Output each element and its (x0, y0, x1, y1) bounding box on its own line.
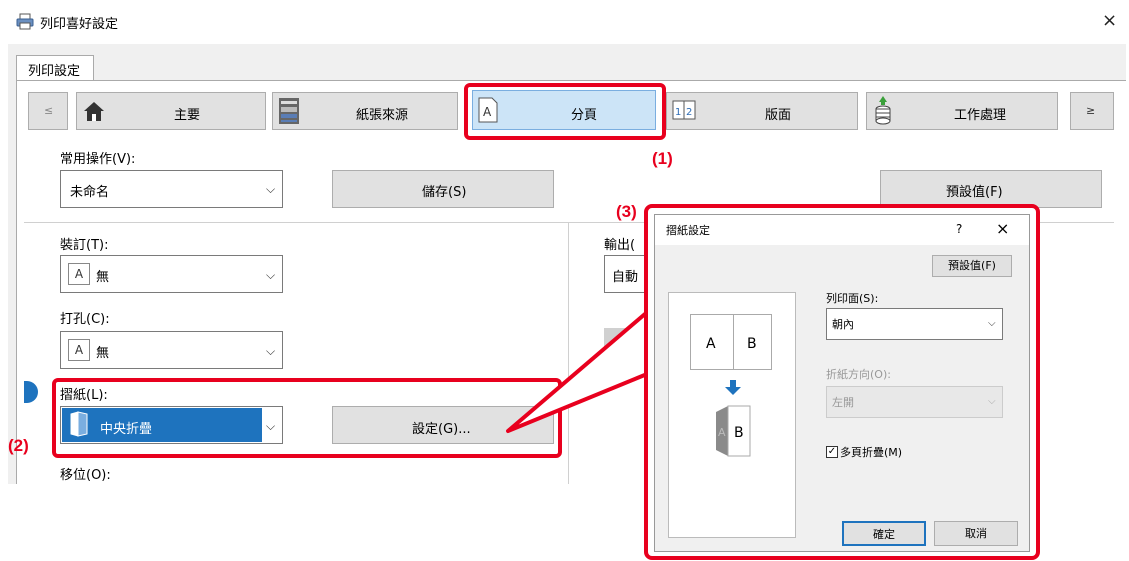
save-button-label: 儲存(S) (422, 185, 467, 200)
svg-text:A: A (718, 426, 726, 439)
dialog-cancel-button[interactable]: 取消 (934, 521, 1018, 546)
multi-page-checkbox[interactable]: ✓ (826, 446, 838, 458)
preview-letter-a: A (706, 336, 716, 352)
home-icon (84, 102, 104, 121)
dialog-help-button[interactable]: ? (956, 222, 962, 236)
binding-value: 無 (96, 270, 110, 285)
chevron-down-icon: ⌵ (988, 318, 996, 329)
dialog-title: 摺紙設定 (666, 224, 710, 237)
nav-job-handling-label: 工作處理 (954, 108, 1007, 123)
chevron-down-icon: ⌵ (266, 182, 276, 196)
svg-text:1: 1 (675, 107, 681, 118)
fold-direction-value: 左開 (832, 396, 854, 409)
chevron-down-icon: ⌵ (266, 268, 276, 282)
dialog-title-bar (655, 215, 1029, 245)
fold-direction-label: 折紙方向(O): (826, 368, 891, 381)
punch-page-icon: A (68, 339, 90, 361)
title-bar (0, 0, 1129, 44)
binding-select[interactable] (60, 255, 283, 293)
annotation-1: (1) (652, 149, 673, 168)
layout-12-icon: 1 2 (672, 100, 696, 120)
nav-next-label: ≥ (1086, 104, 1096, 117)
tab-print-settings-label: 列印設定 (28, 64, 81, 79)
preview-letter-b: B (747, 336, 757, 352)
annotation-2: (2) (8, 436, 29, 455)
common-ops-value: 未命名 (70, 185, 110, 200)
punch-select[interactable] (60, 331, 283, 369)
print-side-value: 朝內 (832, 318, 854, 331)
printer-icon (16, 13, 34, 30)
output-value: 自動 (612, 270, 639, 285)
binding-page-icon: A (68, 263, 90, 285)
nav-layout-label: 版面 (765, 108, 792, 123)
chevron-down-icon: ⌵ (988, 396, 996, 407)
shift-label: 移位(O): (60, 468, 111, 483)
stack-disk-icon (875, 96, 891, 125)
annotation-3: (3) (616, 202, 637, 221)
window-title: 列印喜好設定 (40, 17, 119, 32)
binding-label: 裝訂(T): (60, 238, 109, 253)
dialog-defaults-button[interactable]: 預設值(F) (932, 255, 1012, 277)
window-close-button[interactable]: × (1102, 10, 1117, 31)
dialog-ok-button[interactable]: 確定 (842, 521, 926, 546)
svg-text:2: 2 (686, 107, 692, 118)
punch-label: 打孔(C): (60, 312, 110, 327)
nav-prev-label: ≤ (44, 104, 54, 117)
print-side-label: 列印面(S): (826, 292, 879, 305)
printer-tray-icon (279, 98, 299, 124)
highlight-box-2 (52, 378, 562, 458)
column-divider (568, 222, 569, 484)
highlight-box-1 (464, 83, 666, 140)
nav-main-label: 主要 (174, 108, 201, 123)
common-ops-label: 常用操作(V): (60, 152, 136, 167)
arrow-down-icon (725, 380, 741, 395)
punch-value: 無 (96, 346, 110, 361)
chevron-down-icon: ⌵ (266, 344, 276, 358)
nav-paper-source-label: 紙張來源 (356, 108, 409, 123)
defaults-button-label: 預設值(F) (946, 185, 1003, 200)
dialog-close-button[interactable]: × (996, 219, 1009, 238)
multi-page-label: 多頁折疊(M) (840, 446, 903, 459)
preview-folded-letter-b: B (734, 425, 744, 441)
